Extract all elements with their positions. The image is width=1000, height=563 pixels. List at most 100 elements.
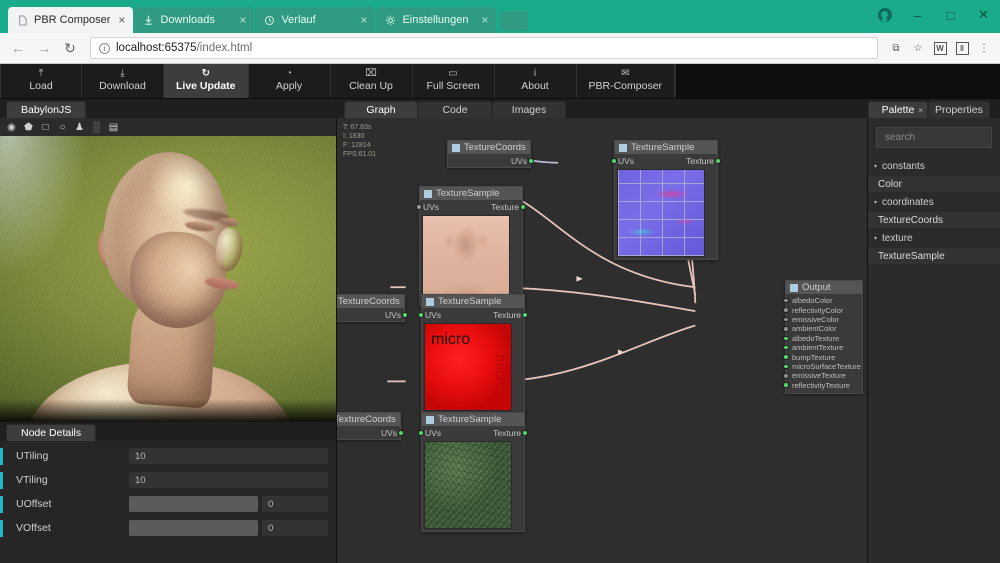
circle-icon[interactable]: ○ <box>56 121 69 134</box>
face-texture-thumbnail[interactable] <box>422 215 510 303</box>
window-minimize-button[interactable]: – <box>901 0 934 30</box>
output-port-albedocolor[interactable]: albedoColor <box>783 296 862 305</box>
node-texturesample-micro[interactable]: TextureSample UVs Texture micro micro <box>418 294 528 414</box>
port-dot-icon[interactable] <box>783 307 789 313</box>
port-dot-icon[interactable] <box>783 354 789 360</box>
node-texturesample-normal[interactable]: TextureSample UVs Texture <box>611 140 721 260</box>
uoffset-slider[interactable] <box>129 496 258 512</box>
output-port-emissivecolor[interactable]: emissiveColor <box>783 315 862 324</box>
port-dot-icon[interactable] <box>783 335 789 341</box>
voffset-value[interactable]: 0 <box>262 520 328 536</box>
browser-tab-close-icon[interactable]: × <box>116 14 127 26</box>
profile-avatar-icon[interactable] <box>868 0 901 30</box>
palette-item-texturecoords[interactable]: TextureCoords <box>868 211 1000 229</box>
palette-group-constants[interactable]: ▾ constants <box>868 157 1000 175</box>
output-port-texture[interactable] <box>715 157 721 164</box>
port-dot-icon[interactable] <box>783 344 789 351</box>
window-maximize-button[interactable]: □ <box>934 0 967 30</box>
toolbar-button-apply[interactable]: ◔ Apply <box>249 64 331 98</box>
globe-icon[interactable]: ◉ <box>5 121 18 134</box>
port-dot-icon[interactable] <box>783 363 789 370</box>
forward-icon[interactable]: → <box>32 36 56 60</box>
vtiling-input[interactable]: 10 <box>129 472 328 488</box>
output-port-texture[interactable] <box>522 429 528 436</box>
output-port-reflectivitytexture[interactable]: reflectivityTexture <box>783 381 862 390</box>
output-port-ambienttexture[interactable]: ambientTexture <box>783 343 862 352</box>
tab-code[interactable]: Code <box>418 101 492 118</box>
address-bar[interactable]: i localhost:65375/index.html <box>90 37 878 59</box>
new-tab-button[interactable] <box>500 11 529 31</box>
node-graph-canvas[interactable]: T: 67.83s I: 1830 F: 12814 FPS:61.01 Tex… <box>336 118 868 563</box>
node-texturecoords-top[interactable]: TextureCoords UVs <box>447 140 534 168</box>
square-icon[interactable]: □ <box>39 121 52 134</box>
input-port-uvs[interactable] <box>416 203 422 210</box>
palette-item-color[interactable]: Color <box>868 175 1000 193</box>
babylonjs-3d-viewport[interactable] <box>0 136 336 421</box>
port-dot-icon[interactable] <box>783 297 789 304</box>
port-dot-icon[interactable] <box>783 373 789 379</box>
extension-stripe-icon[interactable]: ‖ <box>952 39 972 57</box>
node-texturesample-grass[interactable]: TextureSample UVs Texture <box>418 412 528 532</box>
palette-item-texturesample[interactable]: TextureSample <box>868 247 1000 265</box>
palette-group-texture[interactable]: ▾ texture <box>868 229 1000 247</box>
port-dot-icon[interactable] <box>783 326 789 332</box>
toolbar-button-download[interactable]: ⤓ Download <box>82 64 164 98</box>
browser-tab-close-icon[interactable]: × <box>479 14 490 26</box>
input-port-uvs[interactable] <box>418 429 424 436</box>
browser-tab-verlauf[interactable]: Verlauf × <box>255 7 376 33</box>
cast-icon[interactable]: ⧉ <box>886 39 906 57</box>
toolbar-button-pbr-composer[interactable]: ✉ PBR-Composer <box>577 64 676 98</box>
node-title[interactable]: TextureSample <box>422 295 524 308</box>
cube-icon[interactable]: ⬟ <box>22 121 35 134</box>
node-title[interactable]: TextureSample <box>420 187 522 200</box>
extension-w-icon[interactable]: W <box>930 39 950 57</box>
output-port-uvs[interactable] <box>528 157 534 164</box>
toolbar-button-live-update[interactable]: ↻ Live Update <box>164 64 249 98</box>
utiling-input[interactable]: 10 <box>129 448 328 464</box>
output-port-uvs[interactable] <box>398 429 404 436</box>
node-title[interactable]: TextureSample <box>422 413 524 426</box>
bookmark-star-icon[interactable]: ☆ <box>908 39 928 57</box>
browser-tab-downloads[interactable]: Downloads × <box>134 7 255 33</box>
output-port-ambientcolor[interactable]: ambientColor <box>783 324 862 333</box>
toolbar-button-full-screen[interactable]: ▭ Full Screen <box>413 64 495 98</box>
site-info-icon[interactable]: i <box>99 42 110 54</box>
browser-tab-close-icon[interactable]: × <box>358 14 369 26</box>
tab-close-icon[interactable]: × <box>918 106 923 115</box>
port-dot-icon[interactable] <box>783 316 789 323</box>
grid-icon[interactable]: ░ <box>90 121 103 134</box>
tab-palette[interactable]: Palette × <box>868 101 928 118</box>
input-port-uvs[interactable] <box>418 311 424 318</box>
node-title[interactable]: TextureCoords <box>337 413 400 426</box>
output-port-emissivetexture[interactable]: emissiveTexture <box>783 371 862 380</box>
node-title[interactable]: TextureCoords <box>337 295 404 308</box>
grass-texture-thumbnail[interactable] <box>424 441 512 529</box>
port-dot-icon[interactable] <box>783 382 789 388</box>
person-icon[interactable]: ♟ <box>73 121 86 134</box>
window-close-button[interactable]: ✕ <box>967 0 1000 30</box>
reload-icon[interactable]: ↻ <box>58 36 82 60</box>
node-title[interactable]: TextureCoords <box>448 141 530 154</box>
browser-tab-pbr-composer[interactable]: PBR Composer × <box>8 7 134 33</box>
image-icon[interactable]: ▤ <box>107 121 120 134</box>
normal-map-thumbnail[interactable] <box>617 169 705 257</box>
palette-group-coordinates[interactable]: ▾ coordinates <box>868 193 1000 211</box>
chrome-menu-icon[interactable]: ⋮ <box>974 39 994 57</box>
input-port-uvs[interactable] <box>611 157 617 164</box>
tab-babylonjs[interactable]: BabylonJS <box>6 101 87 118</box>
tab-graph[interactable]: Graph <box>344 101 418 118</box>
output-port-uvs[interactable] <box>402 311 408 318</box>
node-texturesample-face[interactable]: TextureSample UVs Texture <box>416 186 526 306</box>
toolbar-button-clean-up[interactable]: ⌧ Clean Up <box>331 64 413 98</box>
toolbar-button-load[interactable]: ⤒ Load <box>0 64 82 98</box>
output-port-reflectivitycolor[interactable]: reflectivityColor <box>783 305 862 315</box>
back-icon[interactable]: ← <box>6 36 30 60</box>
node-title[interactable]: Output <box>786 281 862 294</box>
browser-tab-close-icon[interactable]: × <box>237 14 248 26</box>
node-output[interactable]: Output albedoColor reflectivityColor emi… <box>783 280 863 394</box>
output-port-microsurfacetexture[interactable]: microSurfaceTexture <box>783 362 862 371</box>
uoffset-value[interactable]: 0 <box>262 496 328 512</box>
output-port-texture[interactable] <box>520 203 526 210</box>
toolbar-button-about[interactable]: i About <box>495 64 577 98</box>
node-texturecoords-mid[interactable]: TextureCoords UVs <box>337 294 408 322</box>
